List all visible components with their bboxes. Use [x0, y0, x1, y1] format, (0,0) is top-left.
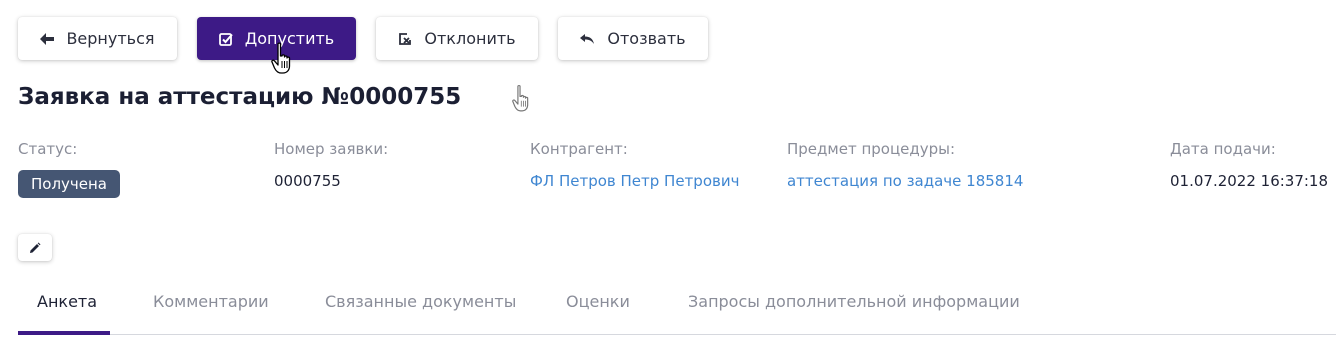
tab-comments[interactable]: Комментарии — [153, 292, 269, 311]
pencil-icon — [30, 242, 41, 253]
counterparty-label: Контрагент: — [530, 140, 628, 158]
submitted-date-label: Дата подачи: — [1170, 140, 1276, 158]
subject-link[interactable]: аттестация по задаче 185814 — [787, 172, 1023, 190]
request-number-label: Номер заявки: — [274, 140, 389, 158]
active-tab-indicator — [18, 331, 110, 335]
hand-pointer-cursor-icon — [271, 42, 291, 74]
reject-button[interactable]: Отклонить — [376, 17, 538, 60]
request-number-value: 0000755 — [274, 172, 341, 190]
status-label: Статус: — [18, 140, 78, 158]
tab-questionnaire[interactable]: Анкета — [37, 292, 97, 311]
undo-arrow-icon — [580, 33, 595, 44]
back-button[interactable]: Вернуться — [18, 17, 177, 60]
subject-label: Предмет процедуры: — [787, 140, 956, 158]
hand-pointer-ghost-cursor-icon — [512, 84, 529, 112]
tabs-divider — [18, 334, 1336, 335]
tab-additional-info-requests[interactable]: Запросы дополнительной информации — [688, 292, 1020, 311]
recall-button[interactable]: Отозвать — [558, 17, 708, 60]
arrow-left-icon — [40, 32, 55, 45]
edit-button[interactable] — [18, 234, 52, 261]
page-title: Заявка на аттестацию №0000755 — [18, 84, 462, 110]
submitted-date-value: 01.07.2022 16:37:18 — [1170, 172, 1329, 190]
counterparty-link[interactable]: ФЛ Петров Петр Петрович — [530, 172, 739, 190]
tab-related-documents[interactable]: Связанные документы — [325, 292, 516, 311]
checkbox-checked-icon — [218, 32, 233, 46]
back-button-label: Вернуться — [66, 29, 155, 48]
reject-button-label: Отклонить — [424, 29, 516, 48]
checkbox-x-icon — [399, 32, 412, 45]
tab-ratings[interactable]: Оценки — [566, 292, 630, 311]
recall-button-label: Отозвать — [607, 29, 686, 48]
application-page: Вернуться Допустить Отклонить Отозвать З… — [0, 0, 1336, 345]
status-badge: Получена — [18, 170, 120, 198]
